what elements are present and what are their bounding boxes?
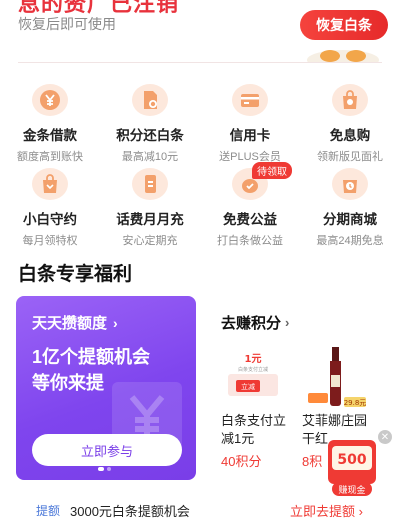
earn-item-name: 白条支付立 减1元 <box>221 412 286 448</box>
voucher-amount-text: 1元 <box>245 353 262 365</box>
shopping-bag-icon <box>32 168 68 200</box>
header: 息的赘广已注销 恢复后即可使用 恢复白条 <box>0 0 400 64</box>
service-label: 小白守约 <box>23 212 77 227</box>
join-now-button[interactable]: 立即参与 <box>32 434 182 466</box>
chevron-right-icon: › <box>285 315 290 330</box>
section-title: 白条专享福利 <box>18 264 133 285</box>
float-amount-text: 500 <box>337 452 366 468</box>
installment-mall-icon <box>332 168 368 200</box>
restore-baitiao-button[interactable]: 恢复白条 <box>300 10 388 40</box>
earn-points-title: 去赚积分 <box>221 315 282 332</box>
service-sub: 最高减10元 <box>121 151 179 163</box>
service-label: 分期商城 <box>323 212 377 227</box>
account-status-subtitle: 恢复后即可使用 <box>18 16 116 32</box>
pending-claim-badge: 待领取 <box>252 162 292 179</box>
service-credit-card[interactable]: 信用卡 送PLUS会员 <box>200 80 300 164</box>
service-installment-mall[interactable]: 分期商城 最高24期免息 <box>300 164 400 248</box>
float-label-text: 赚现金 <box>338 484 365 496</box>
interest-free-bag-icon <box>332 84 368 116</box>
service-charity[interactable]: 待领取 免费公益 打白条做公益 <box>200 162 300 248</box>
service-label: 金条借款 <box>23 128 77 143</box>
earn-item-name-line2: 减1元 <box>221 431 255 446</box>
service-sub: 最高24期免息 <box>316 235 384 247</box>
promo-header: 天天攒额度 <box>32 315 108 332</box>
service-xiaobai-promise[interactable]: 小白守约 每月领特权 <box>0 164 100 248</box>
divider <box>18 62 382 63</box>
promo-card[interactable]: 天天攒额度 › 1亿个提额机会 等你来提 立即参与 <box>16 296 196 480</box>
service-interest-free[interactable]: 免息购 领新版见面礼 <box>300 80 400 164</box>
services-grid: 金条借款 额度高到账快 积分还白条 最高减10元 信用卡 送PLUS会员 免息购… <box>0 80 400 248</box>
voucher-tag-text: 立减 <box>241 382 255 391</box>
service-jintiao-loan[interactable]: 金条借款 额度高到账快 <box>0 80 100 164</box>
earn-item-name-line1: 白条支付立 <box>221 413 287 428</box>
service-phone-topup[interactable]: 话费月月充 安心定期充 <box>100 164 200 248</box>
promo-list-item[interactable]: 提额 3000元白条提额机会 立即去提额 › <box>0 496 400 521</box>
price-tag-text: 29.8元 <box>344 399 367 407</box>
chevron-right-icon: › <box>113 314 118 331</box>
promo-header-link[interactable]: 天天攒额度 › <box>32 312 118 333</box>
carousel-dot <box>98 467 104 471</box>
service-label: 信用卡 <box>229 128 271 143</box>
service-sub: 打白条做公益 <box>217 235 283 247</box>
wine-bottle-image: 29.8元 <box>308 347 367 407</box>
points-document-icon <box>132 84 168 116</box>
earn-item-points: 40积分 <box>221 454 262 469</box>
earn-cash-float-widget[interactable]: 500 赚现金 <box>326 436 378 500</box>
close-icon[interactable]: ✕ <box>378 430 392 444</box>
phone-topup-icon <box>132 168 168 200</box>
service-sub: 每月领特权 <box>22 235 78 247</box>
service-label: 免费公益 <box>223 212 277 227</box>
earn-item-name-line1: 艾菲娜庄园 <box>302 413 368 428</box>
raise-limit-link-text: 立即去提额 <box>290 504 356 519</box>
promo-headline-line1: 1亿个提额机会 <box>32 347 151 367</box>
service-sub: 领新版见面礼 <box>317 151 383 163</box>
service-label: 话费月月充 <box>116 212 184 227</box>
service-points-repay[interactable]: 积分还白条 最高减10元 <box>100 80 200 164</box>
service-label: 免息购 <box>329 128 371 143</box>
credit-card-icon <box>232 84 268 116</box>
earn-item-points: 8积 <box>302 454 323 469</box>
raise-limit-tag: 提额 <box>36 504 61 518</box>
yen-coin-icon <box>32 84 68 116</box>
service-sub: 安心定期充 <box>122 235 178 247</box>
service-sub: 额度高到账快 <box>17 151 83 163</box>
service-label: 积分还白条 <box>116 128 184 143</box>
raise-limit-link[interactable]: 立即去提额 › <box>290 501 363 520</box>
earn-points-link[interactable]: 去赚积分 › <box>221 312 289 333</box>
voucher-caption-text: 白条支付立减 <box>238 366 268 373</box>
carousel-dot <box>107 467 111 471</box>
discount-voucher-image: 立减 1元 白条支付立减 <box>228 353 278 396</box>
carousel-dots <box>98 467 111 471</box>
raise-limit-text: 3000元白条提额机会 <box>70 504 190 519</box>
